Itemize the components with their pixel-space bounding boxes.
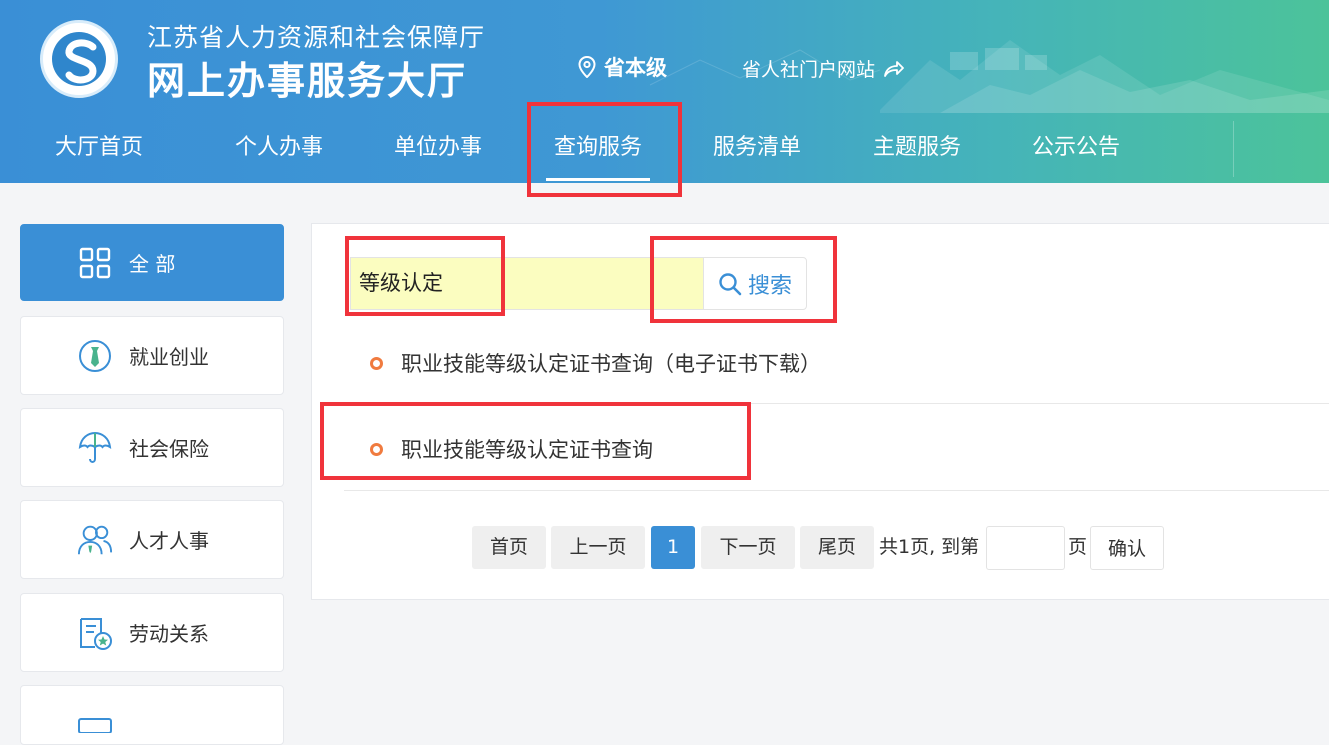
pager-last-button[interactable]: 尾页 [800,526,874,569]
nav-item-personal[interactable]: 个人办事 [220,113,338,183]
main-nav: 大厅首页 个人办事 单位办事 查询服务 服务清单 主题服务 公示公告 [0,113,1329,183]
pager-page-suffix: 页 [1068,536,1088,558]
nav-item-home[interactable]: 大厅首页 [40,113,158,183]
site-header: 江苏省人力资源和社会保障厅 网上办事服务大厅 省本级 省人社门户网站 大厅首页 … [0,0,1329,183]
grid-icon [77,245,113,281]
search-button[interactable]: 搜索 [703,257,807,310]
nav-item-query-service[interactable]: 查询服务 [538,113,658,183]
bullet-icon [370,442,383,456]
sidebar-item-talent-personnel[interactable]: 人才人事 [20,500,284,579]
search-input[interactable] [350,257,704,310]
sidebar-item-labor-relations[interactable]: 劳动关系 [20,593,284,672]
row-divider [344,490,1329,491]
nav-divider [1233,121,1234,177]
sidebar-item-employment[interactable]: 就业创业 [20,316,284,395]
search-icon [719,272,742,295]
nav-item-organization[interactable]: 单位办事 [379,113,497,183]
card-icon [77,697,113,733]
pager-first-button[interactable]: 首页 [472,526,546,569]
pager-prev-button[interactable]: 上一页 [551,526,645,569]
portal-link-label: 省人社门户网站 [742,59,876,81]
sidebar-item-label: 社会保险 [129,437,209,461]
sidebar-item-all[interactable]: 全 部 [20,224,284,301]
result-title: 职业技能等级认定证书查询（电子证书下载） [401,352,821,376]
row-divider [344,403,1329,404]
location-pin-icon [578,56,596,78]
logo[interactable] [40,20,118,98]
pager-summary: 共1页, 到第 [879,536,980,558]
nav-item-theme-service[interactable]: 主题服务 [858,113,976,183]
pager-confirm-button[interactable]: 确认 [1090,526,1164,570]
result-item-certificate-download[interactable]: 职业技能等级认定证书查询（电子证书下载） [370,348,821,378]
sidebar-item-label: 就业创业 [129,345,209,369]
sidebar-item-label: 人才人事 [129,529,209,553]
people-icon [77,522,113,558]
portal-link[interactable]: 省人社门户网站 [742,55,905,82]
share-arrow-icon [884,60,904,77]
document-badge-icon [77,615,113,651]
tie-icon [77,338,113,374]
org-name: 江苏省人力资源和社会保障厅 [147,23,486,52]
pager-current-page[interactable]: 1 [651,526,695,569]
location-label: 省本级 [604,56,667,80]
logo-s-icon [65,39,97,84]
result-item-certificate-query[interactable]: 职业技能等级认定证书查询 [370,434,653,464]
sidebar-item-label: 全 部 [129,252,176,276]
location-selector[interactable]: 省本级 [578,52,667,82]
hall-name: 网上办事服务大厅 [147,59,468,103]
sidebar-item-partial[interactable] [20,685,284,745]
nav-item-service-list[interactable]: 服务清单 [698,113,816,183]
pager-page-input[interactable] [986,526,1065,570]
bullet-icon [370,356,383,370]
active-tab-underline [546,178,650,181]
search-button-label: 搜索 [747,273,792,299]
nav-item-announcements[interactable]: 公示公告 [1017,113,1135,183]
umbrella-icon [77,430,113,466]
result-title: 职业技能等级认定证书查询 [401,438,653,462]
pager-next-button[interactable]: 下一页 [701,526,795,569]
sidebar-item-social-insurance[interactable]: 社会保险 [20,408,284,487]
sidebar-item-label: 劳动关系 [129,622,209,646]
